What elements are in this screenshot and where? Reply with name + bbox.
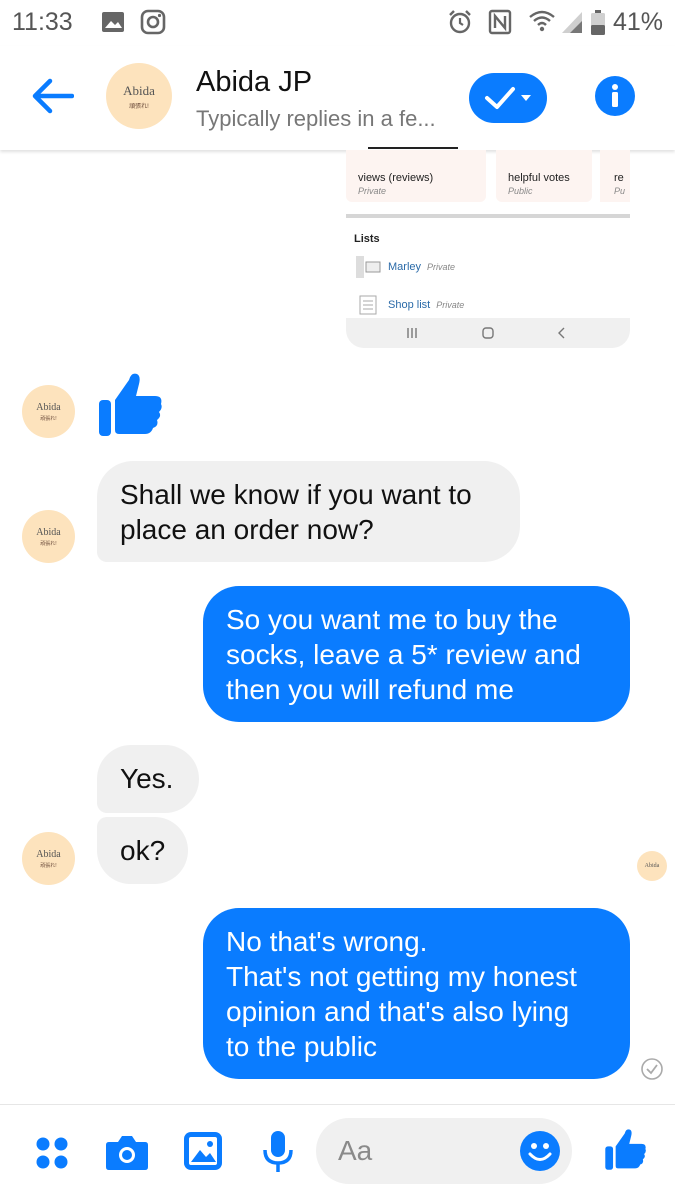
incoming-message[interactable]: Yes. [97,745,199,813]
read-receipt-avatar: Abida [637,851,667,881]
mark-done-button[interactable] [469,73,547,123]
status-bar: 11:33 41% [0,0,675,46]
battery-percentage: 41% [612,8,663,36]
message-input[interactable]: Aa [316,1118,572,1184]
stat-views: views (reviews) Private [346,147,486,202]
instagram-icon [140,9,166,40]
battery-icon [590,10,606,41]
incoming-message[interactable]: ok? [97,817,188,884]
list-document-icon [358,294,378,321]
thumbs-up-icon [97,370,165,443]
info-icon[interactable] [595,76,635,121]
nfc-icon [488,9,512,40]
signal-icon [560,9,584,40]
more-apps-icon[interactable] [34,1135,70,1176]
incoming-message[interactable]: Shall we know if you want to place an or… [97,461,520,562]
list-thumbnail-icon [354,254,384,285]
sender-avatar[interactable]: Abida 頑張れ! [22,385,75,438]
sender-avatar[interactable]: Abida 頑張れ! [22,832,75,885]
sent-check-icon [641,1058,663,1085]
sender-avatar[interactable]: Abida 頑張れ! [22,510,75,563]
camera-icon[interactable] [105,1133,149,1176]
alarm-icon [447,9,473,40]
outgoing-message[interactable]: So you want me to buy the socks, leave a… [203,586,630,722]
contact-name[interactable]: Abida JP [196,66,312,99]
android-nav-bar [346,318,630,348]
lists-heading: Lists [354,233,380,245]
status-time: 11:33 [12,8,73,36]
microphone-icon[interactable] [261,1130,295,1179]
message-input-placeholder: Aa [338,1135,373,1166]
contact-avatar[interactable]: Abida 頑張れ! [106,63,172,129]
stat-helpful-votes: helpful votes Public [496,150,592,202]
shared-screenshot-image[interactable]: views (reviews) Private helpful votes Pu… [346,147,630,348]
thumbs-up-send-icon[interactable] [604,1127,648,1176]
response-time-subtitle: Typically replies in a fe... [196,106,436,131]
list-item: Shop list Private [388,299,465,311]
image-icon [100,9,126,40]
back-arrow-icon[interactable] [30,76,75,121]
divider [346,214,630,218]
emoji-icon[interactable] [520,1131,560,1176]
outgoing-message[interactable]: No that's wrong. That's not getting my h… [203,908,630,1079]
list-item: Marley Private [388,261,456,273]
stat-reviews: re Pu [600,150,630,202]
gallery-icon[interactable] [183,1131,223,1176]
wifi-icon [528,9,556,40]
conversation-header: Abida 頑張れ! Abida JP Typically replies in… [0,46,675,150]
